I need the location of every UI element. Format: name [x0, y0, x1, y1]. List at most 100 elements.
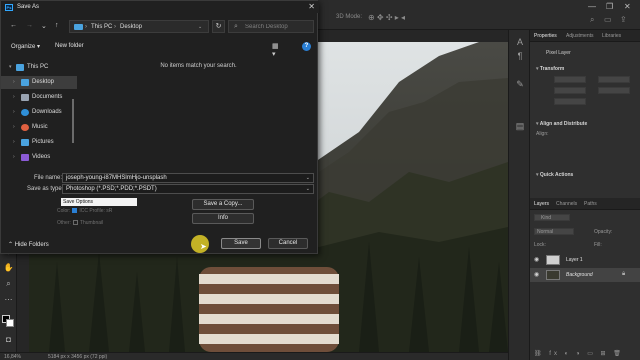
tab-properties[interactable]: Properties [534, 33, 557, 39]
breadcrumb-desktop[interactable]: Desktop [120, 24, 142, 30]
tree-label: Desktop [32, 79, 55, 85]
layer-actions-icons[interactable]: ⛓ fx ◐ ◑ ▭ ⊞ 🗑︎ [534, 350, 624, 357]
address-dropdown-icon[interactable]: ⌄ [198, 24, 202, 30]
downloads-icon [21, 109, 29, 116]
address-bar[interactable]: › This PC › Desktop ⌄ [69, 20, 209, 33]
search-ps-icon[interactable]: ⌕ [590, 15, 594, 25]
folder-icon [74, 24, 83, 30]
3d-orbit-icon[interactable]: ⊕ ✥ ✣ ▸ ◂ [368, 13, 405, 22]
workspace-icon[interactable]: ▭ [604, 15, 612, 24]
hand-tool-icon[interactable]: ✋ [3, 262, 14, 273]
status-bar: 16,84% 5184 px x 3456 px (72 ppi) [0, 352, 508, 360]
background-color-swatch[interactable] [6, 319, 14, 327]
tree-item-music[interactable]: › Music [1, 121, 77, 134]
brush-panel-icon[interactable]: ✎ [514, 78, 526, 90]
layer-row-background[interactable]: ◉ Background 🔒︎ [530, 268, 640, 282]
thumbnail-checkbox[interactable] [72, 220, 78, 226]
up-arrow-icon[interactable]: ↑ [55, 22, 59, 29]
search-input[interactable] [245, 23, 311, 31]
transform-h-field[interactable] [598, 76, 630, 83]
new-folder-button[interactable]: New folder [55, 43, 84, 49]
tree-scrollbar[interactable] [72, 99, 74, 143]
transform-y-field[interactable] [598, 87, 630, 94]
file-name-label: File name: [34, 175, 63, 181]
transform-w-field[interactable] [554, 76, 586, 83]
quick-mask-icon[interactable]: ◘ [3, 334, 14, 345]
tree-item-documents[interactable]: › Documents [1, 91, 77, 104]
hide-folders-label: Hide Folders [14, 242, 49, 248]
paragraph-panel-icon[interactable]: ¶ [514, 50, 526, 62]
tab-adjustments[interactable]: Adjustments [566, 33, 594, 39]
chevron-down-icon[interactable]: ⌄ [306, 175, 310, 181]
lock-icon[interactable]: 🔒︎ [622, 271, 625, 278]
history-panel-icon[interactable]: ▤ [514, 120, 526, 132]
transform-x-field[interactable] [554, 87, 586, 94]
edit-toolbar-icon[interactable]: ⋯ [3, 294, 14, 305]
breadcrumb-this-pc[interactable]: This PC [91, 24, 112, 30]
blend-mode-label: Normal [537, 229, 554, 235]
minimize-icon[interactable]: — [588, 2, 596, 11]
expand-chevron-icon[interactable]: › [13, 154, 15, 160]
help-icon[interactable]: ? [302, 42, 311, 51]
align-label: Align: [536, 131, 549, 137]
icc-profile-label: ICC Profile: sR [79, 208, 113, 214]
search-box[interactable]: ⌕ [228, 20, 314, 33]
transform-angle-field[interactable] [554, 98, 586, 105]
zoom-level[interactable]: 16,84% [4, 354, 21, 360]
type-panel-icon[interactable]: A [514, 36, 526, 48]
tree-item-this-pc[interactable]: ▾ This PC [1, 61, 77, 74]
share-icon[interactable]: ⇪ [620, 15, 627, 24]
chevron-down-icon[interactable]: ⌄ [306, 186, 310, 192]
save-a-copy-button[interactable]: Save a Copy... [192, 199, 254, 210]
dialog-titlebar[interactable]: Ps Save As ✕ [1, 1, 319, 13]
tab-libraries[interactable]: Libraries [602, 33, 621, 39]
zoom-tool-icon[interactable]: ⌕ [3, 278, 14, 289]
expand-chevron-icon[interactable]: › [13, 139, 15, 145]
layer-name: Background [566, 272, 593, 278]
quick-actions-title[interactable]: Quick Actions [536, 172, 573, 178]
tab-channels[interactable]: Channels [556, 201, 577, 207]
forward-arrow-icon[interactable]: → [26, 22, 33, 29]
breadcrumb-separator: › [114, 24, 116, 30]
person-sweater [199, 267, 339, 352]
cancel-button[interactable]: Cancel [268, 238, 308, 249]
icc-profile-checkbox[interactable] [72, 208, 78, 214]
info-button[interactable]: Info [192, 213, 254, 224]
restore-icon[interactable]: ❐ [606, 2, 613, 11]
transform-section-title[interactable]: Transform [536, 66, 564, 72]
view-options-icon[interactable]: ▦ ▾ [272, 42, 282, 58]
tree-item-desktop[interactable]: › Desktop [1, 76, 77, 89]
empty-message: No items match your search. [160, 63, 237, 69]
blend-mode-select[interactable]: Normal [534, 228, 574, 235]
tab-paths[interactable]: Paths [584, 201, 597, 207]
close-app-icon[interactable]: ✕ [624, 2, 631, 11]
tree-item-pictures[interactable]: › Pictures [1, 136, 77, 149]
align-section-title[interactable]: Align and Distribute [536, 121, 588, 127]
organize-button[interactable]: Organize ▾ [11, 43, 40, 50]
refresh-icon[interactable]: ↻ [212, 20, 225, 33]
save-as-type-row: Save as type: Photoshop (*.PSD;*.PDD;*.P… [1, 184, 319, 195]
expand-chevron-icon[interactable]: › [13, 124, 15, 130]
file-list[interactable]: No items match your search. [81, 59, 316, 169]
expand-chevron-icon[interactable]: › [13, 109, 15, 115]
tree-item-videos[interactable]: › Videos [1, 151, 77, 164]
visibility-eye-icon[interactable]: ◉ [534, 256, 539, 263]
expand-chevron-icon[interactable]: › [13, 94, 15, 100]
tab-layers[interactable]: Layers [534, 201, 549, 207]
layer-kind-filter[interactable]: Kind [534, 214, 570, 221]
back-arrow-icon[interactable]: ← [10, 22, 17, 29]
expand-chevron-icon[interactable]: ▾ [9, 64, 12, 70]
close-icon[interactable]: ✕ [308, 2, 315, 11]
hide-folders-toggle[interactable]: ⌃ Hide Folders [8, 241, 49, 248]
visibility-eye-icon[interactable]: ◉ [534, 271, 539, 278]
save-button[interactable]: Save [221, 238, 261, 249]
file-name-field[interactable]: joseph-young-i87MHSlmHjo-unsplash ⌄ [62, 173, 314, 183]
recent-locations-icon[interactable]: ⌄ [41, 22, 47, 30]
layer-thumbnail [546, 270, 560, 280]
tree-item-downloads[interactable]: › Downloads [1, 106, 77, 119]
expand-chevron-icon[interactable]: › [13, 79, 15, 85]
tree-label: Documents [32, 94, 63, 100]
layer-row-layer1[interactable]: ◉ Layer 1 [530, 253, 640, 267]
save-as-type-value: Photoshop (*.PSD;*.PDD;*.PSDT) [66, 186, 157, 192]
save-as-type-select[interactable]: Photoshop (*.PSD;*.PDD;*.PSDT) ⌄ [62, 184, 314, 194]
